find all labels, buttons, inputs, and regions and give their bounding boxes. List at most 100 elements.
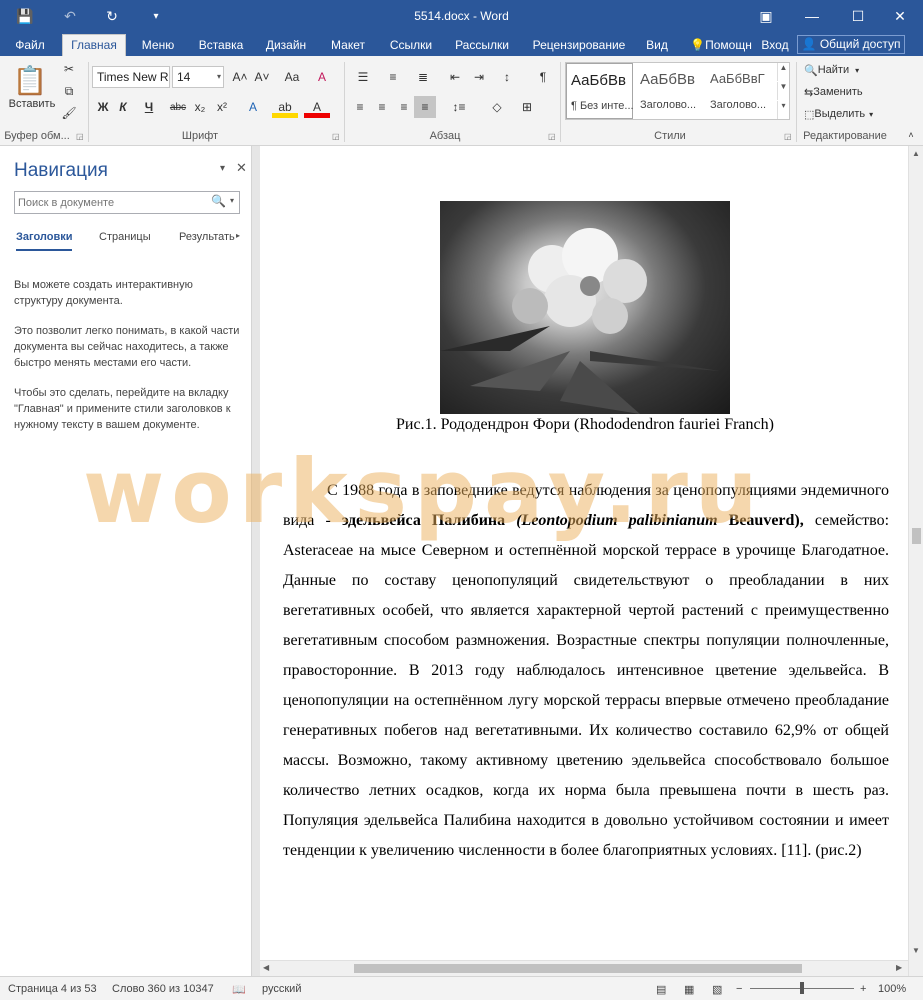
minimize-button[interactable]: — <box>789 0 835 32</box>
search-icon[interactable]: 🔍 <box>211 194 226 208</box>
align-left-button[interactable]: ≡ <box>350 96 370 118</box>
style-heading-1[interactable]: АаБбВв Заголово... <box>636 63 703 119</box>
maximize-button[interactable]: ☐ <box>835 0 881 32</box>
tab-tell-me[interactable]: 💡Помощн <box>684 36 758 56</box>
styles-dialog-launcher-icon[interactable]: ◲ <box>784 132 792 141</box>
customize-quick-access-icon[interactable]: ▾ <box>146 0 166 32</box>
read-mode-icon[interactable]: ▤ <box>656 983 666 996</box>
body-paragraph[interactable]: С 1988 года в заповеднике ведутся наблюд… <box>283 476 889 866</box>
pane-splitter[interactable] <box>252 146 260 976</box>
nav-search-input[interactable] <box>18 194 208 211</box>
tab-sign-in[interactable]: Вход <box>758 36 792 56</box>
zoom-in-icon[interactable]: + <box>860 983 866 995</box>
cut-icon[interactable]: ✂ <box>60 60 78 78</box>
undo-icon[interactable]: ↶ <box>58 0 82 32</box>
tab-review[interactable]: Рецензирование <box>526 36 632 56</box>
close-pane-icon[interactable]: ✕ <box>236 160 247 176</box>
shading-button[interactable]: ◇ <box>484 96 510 118</box>
font-name-combo[interactable]: Times New R <box>92 66 170 88</box>
select-button[interactable]: ⬚ Выделить ▾ <box>804 106 873 122</box>
show-formatting-marks-button[interactable]: ¶ <box>532 66 554 88</box>
superscript-button[interactable]: x² <box>212 96 232 118</box>
bullets-button[interactable]: ☰ <box>350 66 376 88</box>
web-layout-icon[interactable]: ▧ <box>712 983 722 996</box>
underline-button[interactable]: Ч <box>136 96 162 118</box>
grow-font-button[interactable]: A˄ <box>230 66 250 88</box>
bold-button[interactable]: Ж <box>94 96 112 118</box>
zoom-level[interactable]: 100% <box>878 983 906 995</box>
nav-tab-headings[interactable]: Заголовки <box>16 231 72 243</box>
styles-more-icon[interactable]: ▾ <box>777 101 789 119</box>
chevron-down-icon[interactable]: ▾ <box>230 196 234 205</box>
pane-options-icon[interactable]: ▾ <box>220 163 225 174</box>
font-size-combo[interactable]: 14 ▾ <box>172 66 224 88</box>
scroll-right-icon[interactable]: ▶ <box>896 963 902 972</box>
format-painter-icon[interactable]: 🖌 <box>60 104 78 122</box>
tab-references[interactable]: Ссылки <box>382 36 440 56</box>
increase-indent-button[interactable]: ⇥ <box>468 66 490 88</box>
tab-home[interactable]: Главная <box>62 34 126 56</box>
tab-view[interactable]: Вид <box>640 36 674 56</box>
styles-scroll-up-icon[interactable]: ▲ <box>777 63 789 81</box>
align-right-button[interactable]: ≡ <box>394 96 414 118</box>
tab-mailings[interactable]: Рассылки <box>450 36 514 56</box>
share-button[interactable]: 👤 Общий доступ <box>797 35 905 54</box>
nav-tab-results[interactable]: Результать <box>179 231 237 243</box>
highlight-button[interactable]: ab <box>272 96 298 118</box>
copy-icon[interactable]: ⧉ <box>60 82 78 100</box>
horizontal-scroll-thumb[interactable] <box>354 964 802 973</box>
proofing-icon[interactable]: 📖 <box>232 983 246 996</box>
scroll-down-icon[interactable]: ▼ <box>912 946 920 955</box>
paragraph-dialog-launcher-icon[interactable]: ◲ <box>548 132 556 141</box>
horizontal-scrollbar[interactable]: ◀ ▶ <box>260 960 908 976</box>
redo-icon[interactable]: ↻ <box>100 0 124 32</box>
text-effects-button[interactable]: A <box>240 96 266 118</box>
font-dialog-launcher-icon[interactable]: ◲ <box>332 132 340 141</box>
scroll-up-icon[interactable]: ▲ <box>912 149 920 158</box>
multilevel-list-button[interactable]: ≣ <box>410 66 436 88</box>
paste-button[interactable]: Вставить <box>4 96 60 112</box>
word-count[interactable]: Слово 360 из 10347 <box>112 983 214 995</box>
collapse-ribbon-icon[interactable]: ˄ <box>904 128 918 142</box>
replace-button[interactable]: ⇆ Заменить <box>804 84 863 100</box>
chevron-right-icon[interactable]: ▸ <box>236 231 240 240</box>
print-layout-icon[interactable]: ▦ <box>684 983 694 996</box>
zoom-out-icon[interactable]: − <box>736 983 742 995</box>
tab-file[interactable]: Файл <box>10 36 50 56</box>
document-page[interactable]: Рис.1. Рододендрон Фори (Rhododendron fa… <box>260 146 908 960</box>
change-case-button[interactable]: Aa <box>278 66 306 88</box>
vertical-scroll-thumb[interactable] <box>912 528 921 544</box>
line-spacing-button[interactable]: ↕≡ <box>444 96 474 118</box>
styles-scroll-down-icon[interactable]: ▼ <box>777 82 789 100</box>
tab-design[interactable]: Дизайн <box>260 36 312 56</box>
ribbon-display-options-icon[interactable]: ▣ <box>743 0 789 32</box>
vertical-scrollbar[interactable]: ▲ ▼ <box>908 146 923 976</box>
align-center-button[interactable]: ≡ <box>372 96 392 118</box>
clear-formatting-button[interactable]: A <box>312 66 332 88</box>
decrease-indent-button[interactable]: ⇤ <box>444 66 466 88</box>
borders-button[interactable]: ⊞ <box>514 96 540 118</box>
close-button[interactable]: ✕ <box>877 0 923 32</box>
tab-insert[interactable]: Вставка <box>192 36 250 56</box>
scroll-left-icon[interactable]: ◀ <box>263 963 269 972</box>
tab-layout[interactable]: Макет <box>324 36 372 56</box>
nav-tab-pages[interactable]: Страницы <box>99 231 151 243</box>
justify-button[interactable]: ≡ <box>414 96 436 118</box>
style-heading-2[interactable]: АаБбВвГ Заголово... <box>706 63 773 119</box>
style-no-spacing[interactable]: АаБбВв ¶ Без инте... <box>566 63 634 119</box>
strikethrough-button[interactable]: abc <box>166 96 190 118</box>
find-button[interactable]: 🔍 Найти ▾ <box>804 62 859 78</box>
page-count[interactable]: Страница 4 из 53 <box>8 983 97 995</box>
italic-button[interactable]: К <box>114 96 132 118</box>
zoom-slider-thumb[interactable] <box>800 982 804 994</box>
shrink-font-button[interactable]: A˅ <box>252 66 272 88</box>
subscript-button[interactable]: x₂ <box>190 96 210 118</box>
rhododendron-photo[interactable] <box>440 201 730 414</box>
clipboard-dialog-launcher-icon[interactable]: ◲ <box>76 132 84 141</box>
save-icon[interactable]: 💾 <box>12 0 38 32</box>
tab-menu[interactable]: Меню <box>134 36 182 56</box>
paste-icon[interactable]: 📋 <box>12 62 48 98</box>
sort-button[interactable]: ↕ <box>496 66 518 88</box>
language[interactable]: русский <box>262 983 301 995</box>
numbering-button[interactable]: ≡ <box>380 66 406 88</box>
